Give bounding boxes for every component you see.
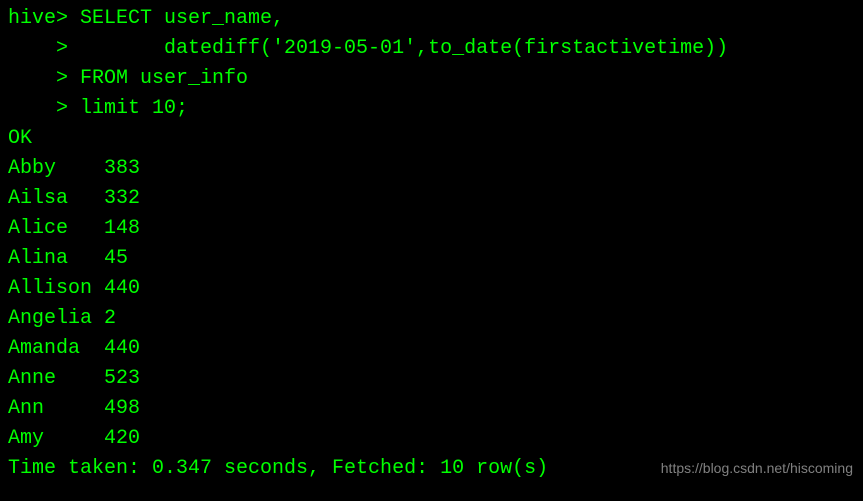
result-row: Amanda 440 (8, 334, 855, 364)
result-row: Amy 420 (8, 424, 855, 454)
result-row: Alina 45 (8, 244, 855, 274)
result-row: Ann 498 (8, 394, 855, 424)
result-row: Anne 523 (8, 364, 855, 394)
result-row: Ailsa 332 (8, 184, 855, 214)
query-line-3: > FROM user_info (8, 64, 855, 94)
result-row: Allison 440 (8, 274, 855, 304)
watermark-text: https://blog.csdn.net/hiscoming (661, 458, 853, 479)
result-row: Abby 383 (8, 154, 855, 184)
query-line-4: > limit 10; (8, 94, 855, 124)
result-row: Alice 148 (8, 214, 855, 244)
query-line-1: hive> SELECT user_name, (8, 4, 855, 34)
status-ok: OK (8, 124, 855, 154)
query-line-2: > datediff('2019-05-01',to_date(firstact… (8, 34, 855, 64)
result-row: Angelia 2 (8, 304, 855, 334)
